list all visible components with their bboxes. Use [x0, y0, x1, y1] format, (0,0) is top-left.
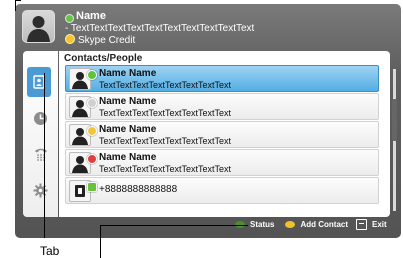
hint-exit[interactable]: Exit [372, 220, 387, 229]
contact-row[interactable]: Name Name TextTextTextTextTextTextTextTe… [65, 65, 379, 92]
contact-name: Name Name [99, 124, 157, 135]
contacts-title: Contacts/People [64, 53, 143, 64]
contact-name: Name Name [99, 152, 157, 163]
screen: Name - TextTextTextTextTextTextTextTextT… [0, 0, 403, 258]
annotation-line [15, 0, 16, 11]
contact-name: Name Name [99, 68, 157, 79]
contact-row[interactable]: Name Name TextTextTextTextTextTextTextTe… [65, 149, 379, 176]
contact-mood: TextTextTextTextTextTextTextText [99, 108, 232, 118]
tab-settings[interactable] [23, 175, 58, 205]
phone-contact-row[interactable]: +8888888888888 [65, 177, 379, 204]
exit-icon [356, 218, 368, 230]
offline-status-icon [87, 98, 97, 108]
tab-annotation-label: Tab [40, 244, 60, 258]
contact-row[interactable]: Name Name TextTextTextTextTextTextTextTe… [65, 121, 379, 148]
contact-mood: TextTextTextTextTextTextTextText [99, 164, 232, 174]
profile-status-icon [65, 14, 74, 23]
annotation-line [15, 0, 21, 1]
contact-mood: TextTextTextTextTextTextTextText [99, 136, 232, 146]
profile-mood-text: - TextTextTextTextTextTextTextTextTextTe… [65, 23, 255, 34]
person-silhouette-icon [27, 16, 50, 42]
skype-credit-label: Skype Credit [78, 35, 136, 46]
away-status-icon [87, 126, 97, 136]
scrollbar-thumb[interactable] [392, 99, 397, 141]
dialpad-icon [34, 148, 47, 161]
contacts-panel: Contacts/People Name Name TextTextTextTe… [59, 51, 397, 217]
tab-dialpad[interactable] [23, 139, 58, 169]
phone-status-icon [87, 182, 97, 192]
hint-bar: Status Add Contact Exit [235, 217, 387, 231]
credit-icon [65, 34, 75, 44]
profile-name: Name [76, 10, 106, 22]
annotation-line [100, 225, 248, 226]
clock-icon [34, 111, 47, 125]
annotation-line [44, 73, 45, 238]
contact-name: Name Name [99, 96, 157, 107]
skype-panel: Name - TextTextTextTextTextTextTextTextT… [15, 4, 401, 238]
busy-status-icon [87, 154, 97, 164]
online-status-icon [87, 70, 97, 80]
tab-contacts[interactable] [27, 67, 51, 97]
gear-icon [33, 183, 48, 197]
hint-status[interactable]: Status [250, 220, 274, 229]
skype-credit[interactable]: Skype Credit [65, 34, 135, 46]
yellow-button-icon [285, 220, 296, 228]
contact-mood: TextTextTextTextTextTextTextText [99, 80, 232, 90]
contact-row[interactable]: Name Name TextTextTextTextTextTextTextTe… [65, 93, 379, 120]
green-button-icon [235, 220, 245, 228]
phone-number: +8888888888888 [99, 184, 178, 195]
annotation-line [100, 225, 101, 258]
hint-add-contact[interactable]: Add Contact [300, 220, 348, 229]
tab-history[interactable] [23, 103, 58, 133]
contacts-list: Name Name TextTextTextTextTextTextTextTe… [65, 65, 379, 215]
profile-avatar[interactable] [22, 10, 55, 43]
sidebar [23, 51, 58, 217]
